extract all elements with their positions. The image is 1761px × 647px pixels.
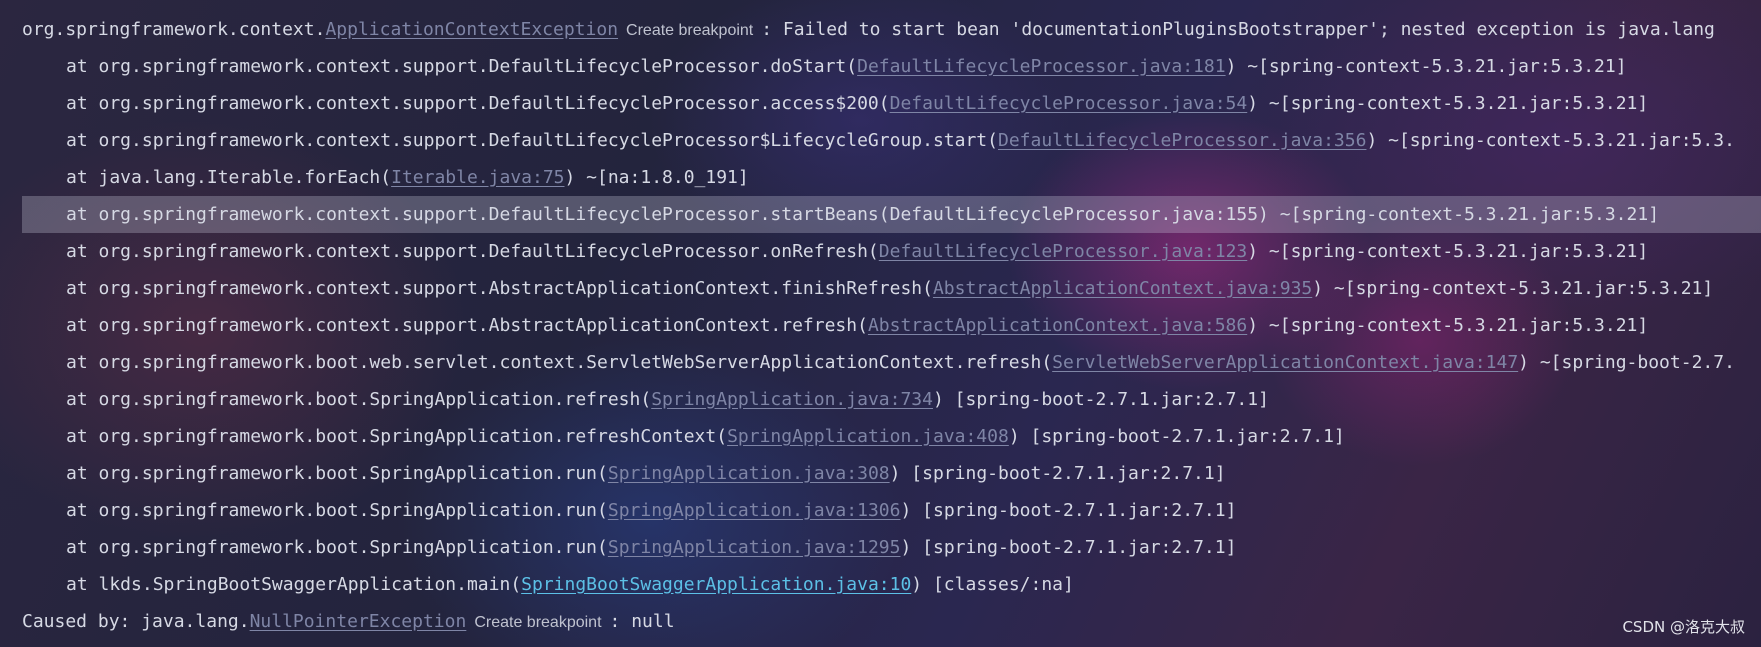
frame-jar: ) ~[spring-context-5.3.21.jar:5.3.21] xyxy=(1247,315,1649,336)
frame-method: at java.lang.Iterable.forEach( xyxy=(66,167,392,188)
frame-jar: ) [spring-boot-2.7.1.jar:2.7.1] xyxy=(900,500,1237,521)
frame-method: at org.springframework.context.support.D… xyxy=(66,204,1660,225)
exception-package: org.springframework.context. xyxy=(22,19,326,40)
frame-source-link[interactable]: DefaultLifecycleProcessor.java:123 xyxy=(879,241,1247,262)
stack-frame-line: at org.springframework.boot.SpringApplic… xyxy=(22,455,1761,492)
stack-frame-line: at org.springframework.context.support.A… xyxy=(22,270,1761,307)
stack-frame-line: at org.springframework.boot.SpringApplic… xyxy=(22,492,1761,529)
caused-by-message: : null xyxy=(609,611,675,632)
frame-jar: ) ~[na:1.8.0_191] xyxy=(564,167,749,188)
stack-frame-line: at java.lang.Iterable.forEach(Iterable.j… xyxy=(22,159,1761,196)
frame-method: at lkds.SpringBootSwaggerApplication.mai… xyxy=(66,574,522,595)
frame-source-link[interactable]: AbstractApplicationContext.java:586 xyxy=(868,315,1247,336)
stack-frame-line: at org.springframework.context.support.D… xyxy=(22,233,1761,270)
frame-method: at org.springframework.boot.SpringApplic… xyxy=(66,426,728,447)
frame-source-link[interactable]: Iterable.java:75 xyxy=(391,167,564,188)
frame-jar: ) ~[spring-context-5.3.21.jar:5.3.21] xyxy=(1312,278,1714,299)
frame-jar: ) [spring-boot-2.7.1.jar:2.7.1] xyxy=(900,537,1237,558)
frame-jar: ) ~[spring-context-5.3.21.jar:5.3.21] xyxy=(1225,56,1627,77)
frame-jar: ) ~[spring-context-5.3.21.jar:5.3.21] xyxy=(1247,93,1649,114)
caused-by-line: Caused by: java.lang.NullPointerExceptio… xyxy=(22,603,1761,640)
frame-method: at org.springframework.context.support.A… xyxy=(66,315,868,336)
frame-jar: ) ~[spring-boot-2.7. xyxy=(1518,352,1735,373)
frame-method: at org.springframework.boot.SpringApplic… xyxy=(66,389,652,410)
frame-jar: ) [spring-boot-2.7.1.jar:2.7.1] xyxy=(932,389,1269,410)
stack-frame-line: at lkds.SpringBootSwaggerApplication.mai… xyxy=(22,566,1761,603)
create-breakpoint-link[interactable]: Create breakpoint xyxy=(626,22,753,39)
frame-source-link[interactable]: ServletWebServerApplicationContext.java:… xyxy=(1052,352,1518,373)
frame-jar: ) [spring-boot-2.7.1.jar:2.7.1] xyxy=(889,463,1226,484)
exception-class-link[interactable]: ApplicationContextException xyxy=(325,19,618,40)
caused-by-package: Caused by: java.lang. xyxy=(22,611,250,632)
stack-frame-line: at org.springframework.context.support.D… xyxy=(22,122,1761,159)
frame-method: at org.springframework.context.support.D… xyxy=(66,93,890,114)
frame-source-link[interactable]: SpringApplication.java:1306 xyxy=(608,500,901,521)
frame-jar: ) ~[spring-context-5.3.21.jar:5.3. xyxy=(1366,130,1735,151)
stack-frame-line: at org.springframework.context.support.D… xyxy=(22,85,1761,122)
frame-method: at org.springframework.boot.SpringApplic… xyxy=(66,537,608,558)
stack-frame-line: at org.springframework.boot.SpringApplic… xyxy=(22,529,1761,566)
frame-source-link[interactable]: AbstractApplicationContext.java:935 xyxy=(933,278,1312,299)
frame-jar: ) ~[spring-context-5.3.21.jar:5.3.21] xyxy=(1247,241,1649,262)
create-breakpoint-link[interactable]: Create breakpoint xyxy=(474,614,601,631)
csdn-watermark: CSDN @洛克大叔 xyxy=(1622,618,1745,636)
exception-class-link[interactable]: NullPointerException xyxy=(250,611,467,632)
console-output[interactable]: org.springframework.context.ApplicationC… xyxy=(0,11,1761,647)
stack-frame-line: at org.springframework.context.support.A… xyxy=(22,307,1761,344)
frame-source-link[interactable]: SpringApplication.java:734 xyxy=(651,389,933,410)
frame-method: at org.springframework.context.support.A… xyxy=(66,278,933,299)
frame-method: at org.springframework.context.support.D… xyxy=(66,241,879,262)
frame-source-link[interactable]: SpringBootSwaggerApplication.java:10 xyxy=(521,574,911,595)
frame-method: at org.springframework.boot.SpringApplic… xyxy=(66,500,608,521)
stack-frame-line: at org.springframework.context.support.D… xyxy=(22,48,1761,85)
stack-frame-line: at org.springframework.boot.SpringApplic… xyxy=(22,381,1761,418)
frame-source-link[interactable]: SpringApplication.java:408 xyxy=(727,426,1009,447)
frame-source-link[interactable]: DefaultLifecycleProcessor.java:181 xyxy=(857,56,1225,77)
frame-method: at org.springframework.boot.SpringApplic… xyxy=(66,463,608,484)
frame-method: at org.springframework.context.support.D… xyxy=(66,56,858,77)
frame-source-link[interactable]: DefaultLifecycleProcessor.java:356 xyxy=(998,130,1366,151)
frame-source-link[interactable]: SpringApplication.java:1295 xyxy=(608,537,901,558)
stack-frame-line: at org.springframework.boot.SpringApplic… xyxy=(22,418,1761,455)
frame-jar: ) [spring-boot-2.7.1.jar:2.7.1] xyxy=(1008,426,1345,447)
exception-message: : Failed to start bean 'documentationPlu… xyxy=(761,19,1715,40)
frame-jar: ) [classes/:na] xyxy=(911,574,1074,595)
exception-header-line: org.springframework.context.ApplicationC… xyxy=(22,11,1761,48)
stack-frame-line: at org.springframework.boot.web.servlet.… xyxy=(22,344,1761,381)
stack-frame-line-selected[interactable]: at org.springframework.context.support.D… xyxy=(22,196,1761,233)
frame-method: at org.springframework.boot.web.servlet.… xyxy=(66,352,1053,373)
frame-source-link[interactable]: DefaultLifecycleProcessor.java:54 xyxy=(890,93,1248,114)
frame-method: at org.springframework.context.support.D… xyxy=(66,130,998,151)
frame-source-link[interactable]: SpringApplication.java:308 xyxy=(608,463,890,484)
